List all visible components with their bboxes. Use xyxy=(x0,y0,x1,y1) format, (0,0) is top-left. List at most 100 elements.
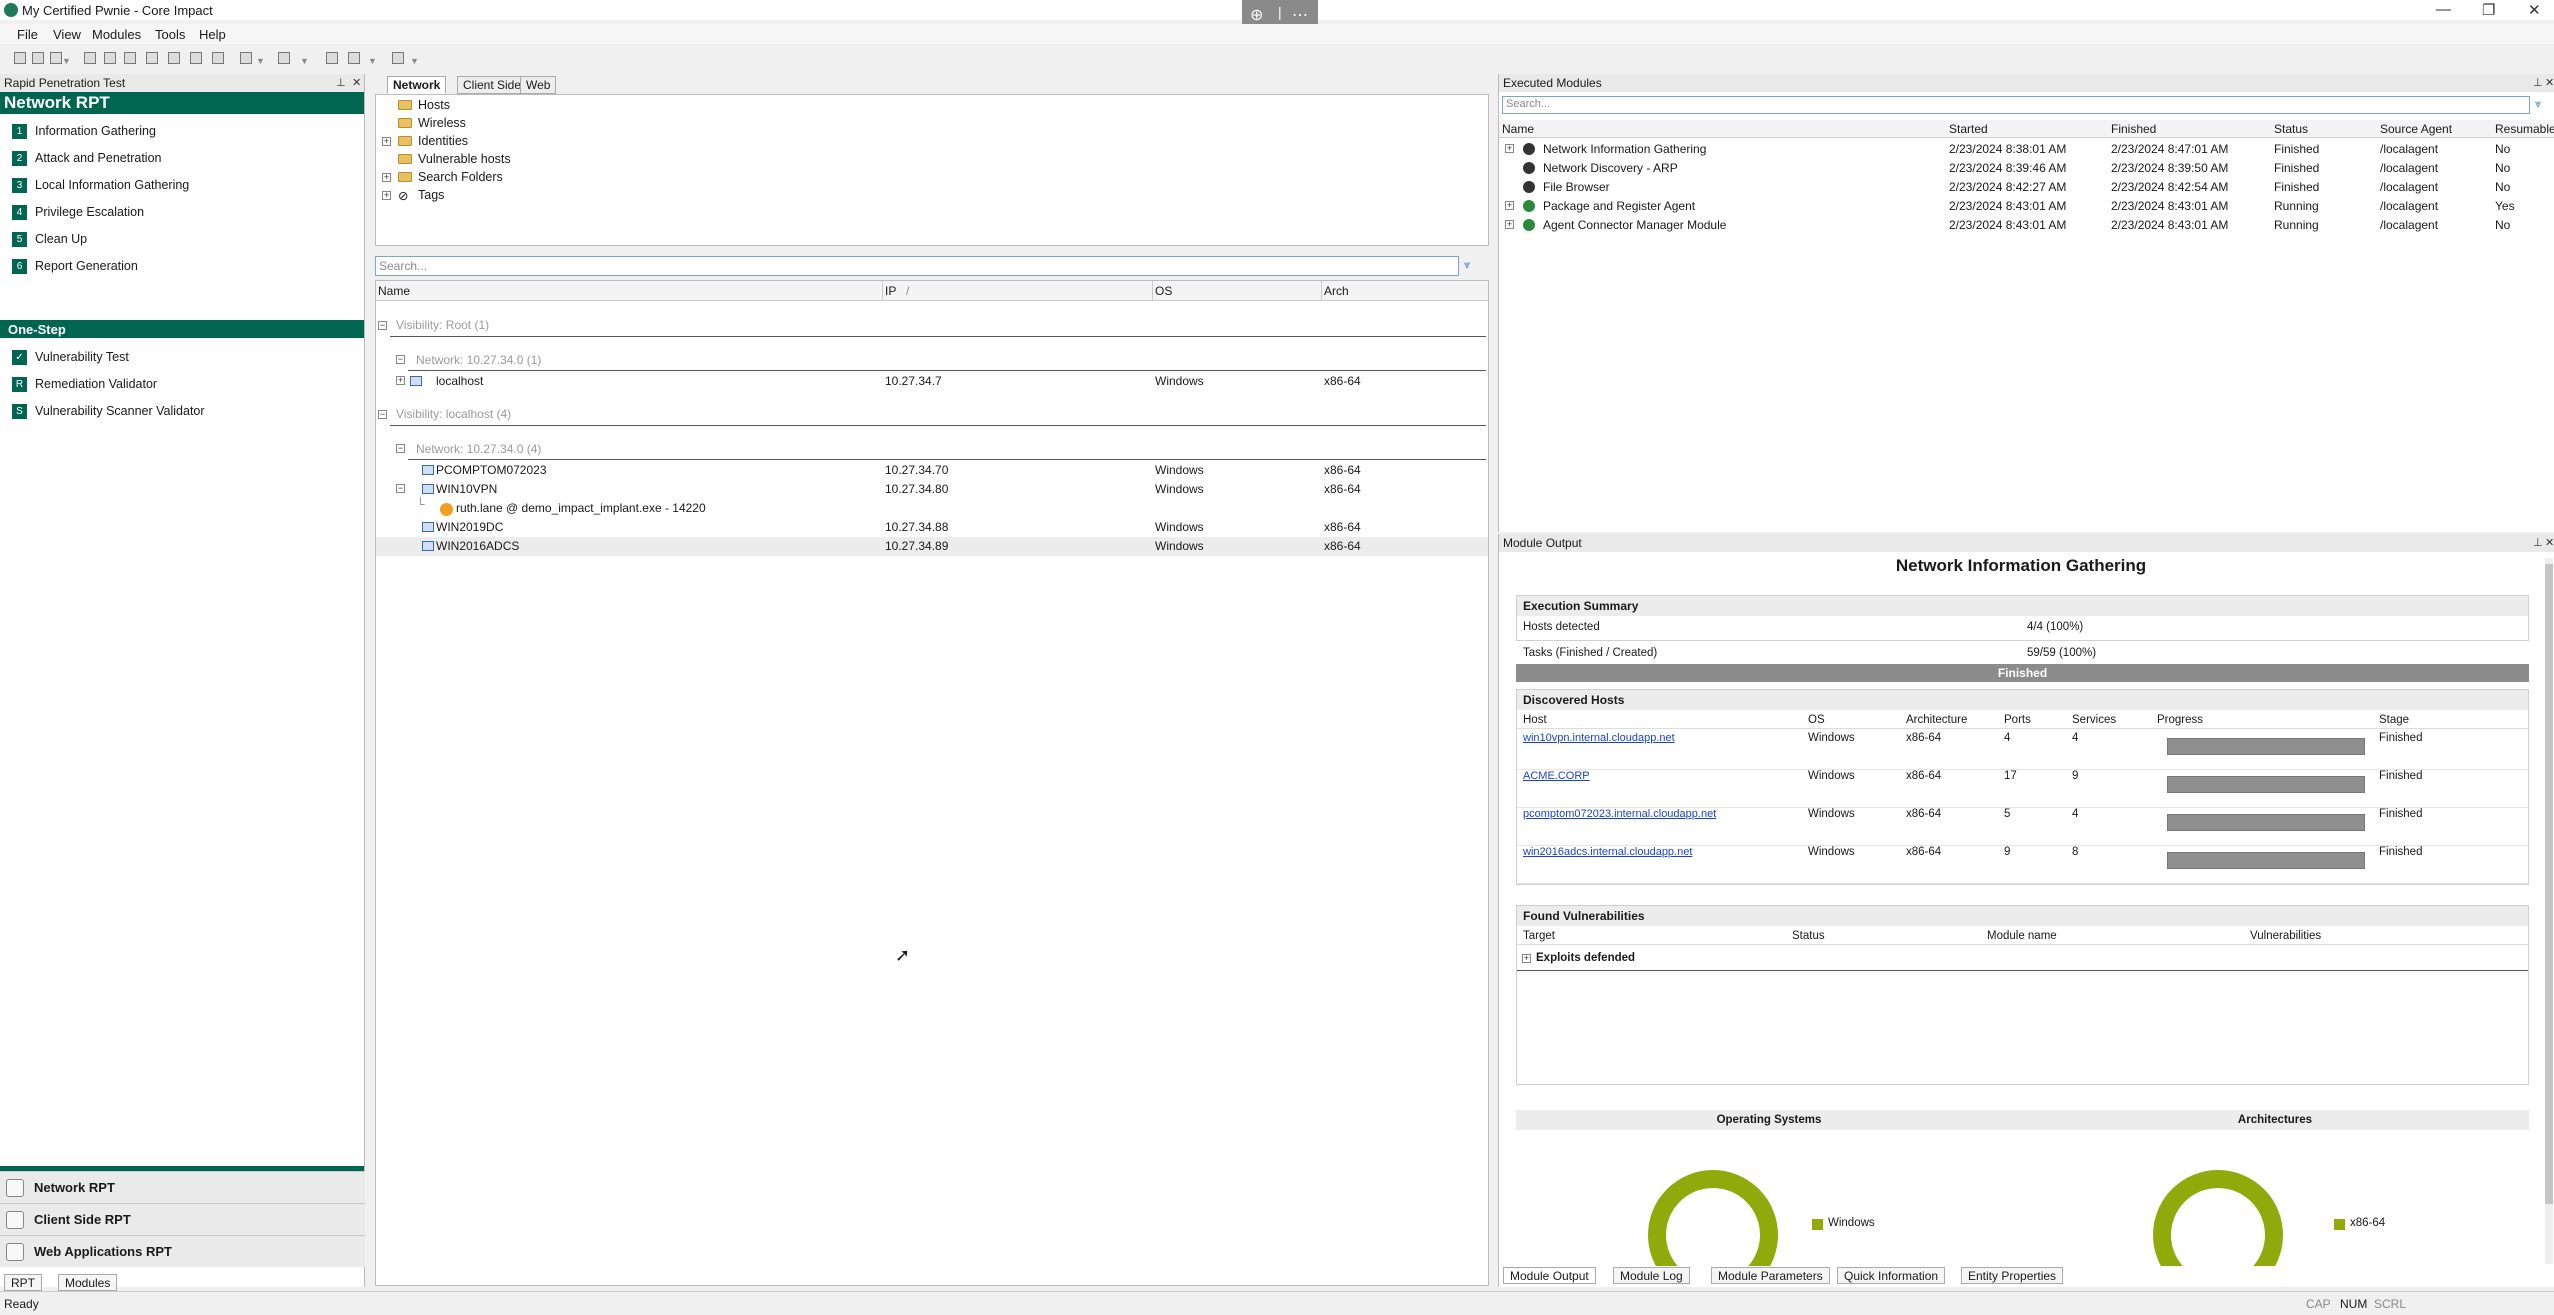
tab-client-side[interactable]: Client Side xyxy=(457,76,528,94)
more-icon[interactable]: ⋯ xyxy=(1292,5,1308,25)
tree-icon[interactable] xyxy=(348,52,360,64)
row-name[interactable]: WIN10VPN xyxy=(436,482,497,496)
agent-icon[interactable] xyxy=(124,52,136,64)
dropdown-icon[interactable]: ▼ xyxy=(256,56,265,66)
col-os[interactable]: OS xyxy=(1155,284,1172,298)
tab-module-log[interactable]: Module Log xyxy=(1613,1267,1690,1284)
pin-icon[interactable]: ⊥ xyxy=(2533,76,2543,89)
module-row[interactable]: + Network Information Gathering 2/23/2024 … xyxy=(1499,140,2554,159)
group-exploits-defended[interactable]: Exploits defended xyxy=(1536,952,1635,964)
close-icon[interactable]: ✕ xyxy=(2528,1,2541,19)
close-icon[interactable]: ✕ xyxy=(2545,76,2554,89)
expand-icon[interactable]: + xyxy=(382,173,391,182)
tree-wireless[interactable]: Wireless xyxy=(418,116,466,130)
paste-icon[interactable] xyxy=(50,52,62,64)
row-name[interactable]: localhost xyxy=(436,374,483,388)
col-started[interactable]: Started xyxy=(1949,122,1988,136)
agent-row-name[interactable]: ruth.lane @ demo_impact_implant.exe - 14… xyxy=(456,501,706,515)
scrollbar-thumb[interactable] xyxy=(2545,564,2553,1204)
expand-icon[interactable]: + xyxy=(1505,201,1514,210)
menu-file[interactable]: File xyxy=(17,27,38,42)
expand-icon[interactable]: + xyxy=(1505,220,1514,229)
host-link[interactable]: pcomptom072023.internal.cloudapp.net xyxy=(1523,808,1716,820)
collapse-icon[interactable]: − xyxy=(396,355,405,364)
module-row[interactable]: File Browser 2/23/2024 8:42:27 AM 2/23/202… xyxy=(1499,178,2554,197)
route-icon[interactable] xyxy=(104,52,116,64)
collapse-icon[interactable]: − xyxy=(396,444,405,453)
col-name[interactable]: Name xyxy=(1502,122,1534,136)
maximize-icon[interactable]: ❐ xyxy=(2482,1,2495,19)
exploit-icon[interactable] xyxy=(212,52,224,64)
dropdown-icon[interactable]: ▼ xyxy=(62,56,71,66)
expand-icon[interactable]: + xyxy=(1522,954,1531,963)
collapse-icon[interactable]: − xyxy=(378,321,387,330)
dropdown-icon[interactable]: ▼ xyxy=(368,56,377,66)
nav-network-rpt[interactable]: Network RPT xyxy=(0,1171,365,1203)
nav-web-applications-rpt[interactable]: Web Applications RPT xyxy=(0,1235,365,1267)
pin-icon[interactable]: ⊥ xyxy=(336,76,346,89)
zoom-icon[interactable]: ⊕ xyxy=(1250,5,1263,25)
tree-tags[interactable]: Tags xyxy=(418,188,444,202)
host-link[interactable]: win2016adcs.internal.cloudapp.net xyxy=(1523,846,1692,858)
tab-module-output[interactable]: Module Output xyxy=(1503,1267,1596,1284)
collapse-icon[interactable]: − xyxy=(378,410,387,419)
host-link[interactable]: ACME.CORP xyxy=(1523,770,1590,782)
dropdown-icon[interactable]: ▼ xyxy=(410,56,419,66)
minimize-icon[interactable]: — xyxy=(2436,1,2451,18)
module-row[interactable]: Network Discovery - ARP 2/23/2024 8:39:46… xyxy=(1499,159,2554,178)
filter-icon[interactable]: ⩔ xyxy=(2535,98,2541,111)
connect-icon[interactable] xyxy=(84,52,96,64)
expand-icon[interactable]: + xyxy=(1505,144,1514,153)
col-arch[interactable]: Arch xyxy=(1324,284,1349,298)
tab-modules[interactable]: Modules xyxy=(58,1274,118,1291)
col-finished[interactable]: Finished xyxy=(2111,122,2156,136)
row-name[interactable]: PCOMPTOM072023 xyxy=(436,463,547,477)
calendar-icon[interactable] xyxy=(392,52,404,64)
tree-search-folders[interactable]: Search Folders xyxy=(418,170,503,184)
menu-view[interactable]: View xyxy=(53,27,81,42)
menu-help[interactable]: Help xyxy=(199,27,226,42)
module-row[interactable]: + Package and Register Agent 2/23/2024 8:4… xyxy=(1499,197,2554,216)
network-icon[interactable] xyxy=(146,52,158,64)
export-icon[interactable] xyxy=(278,52,290,64)
move-icon[interactable] xyxy=(326,52,338,64)
collapse-icon[interactable]: − xyxy=(396,484,405,493)
module-row[interactable]: + Agent Connector Manager Module 2/23/2024… xyxy=(1499,216,2554,235)
close-icon[interactable]: ✕ xyxy=(2545,536,2554,549)
dropdown-icon[interactable]: ▼ xyxy=(300,56,309,66)
menu-tools[interactable]: Tools xyxy=(155,27,185,42)
expand-icon[interactable]: + xyxy=(382,191,391,200)
tab-web[interactable]: Web xyxy=(520,76,557,94)
menu-modules[interactable]: Modules xyxy=(92,27,141,42)
expand-icon[interactable]: + xyxy=(382,137,391,146)
entity-search-input[interactable]: Search... xyxy=(375,256,1459,276)
copy-icon[interactable] xyxy=(32,52,44,64)
report-icon[interactable] xyxy=(240,52,252,64)
col-source-agent[interactable]: Source Agent xyxy=(2380,122,2452,136)
col-resumable[interactable]: Resumable xyxy=(2495,122,2554,136)
modules-search-input[interactable]: Search... xyxy=(1502,96,2530,114)
row-name[interactable]: WIN2019DC xyxy=(436,520,503,534)
tab-entity-properties[interactable]: Entity Properties xyxy=(1961,1267,2064,1284)
section-title: Network RPT xyxy=(0,92,364,114)
tab-module-parameters[interactable]: Module Parameters xyxy=(1711,1267,1830,1284)
tab-network[interactable]: Network xyxy=(387,76,447,94)
row-name[interactable]: WIN2016ADCS xyxy=(436,539,519,553)
pin-icon[interactable]: ⊥ xyxy=(2533,536,2543,549)
tree-vulnerable-hosts[interactable]: Vulnerable hosts xyxy=(418,152,511,166)
close-icon[interactable]: ✕ xyxy=(352,76,361,89)
tab-quick-information[interactable]: Quick Information xyxy=(1837,1267,1946,1284)
nav-client-side-rpt[interactable]: Client Side RPT xyxy=(0,1203,365,1235)
scan-icon[interactable] xyxy=(190,52,202,64)
col-ip[interactable]: IP xyxy=(885,284,896,298)
filter-icon[interactable]: ⩔ xyxy=(1464,259,1470,272)
tree-hosts[interactable]: Hosts xyxy=(418,98,450,112)
tab-rpt[interactable]: RPT xyxy=(4,1274,42,1291)
host-link[interactable]: win10vpn.internal.cloudapp.net xyxy=(1523,732,1675,744)
col-status[interactable]: Status xyxy=(2274,122,2308,136)
col-name[interactable]: Name xyxy=(378,284,410,298)
tree-identities[interactable]: Identities xyxy=(418,134,468,148)
module-icon[interactable] xyxy=(168,52,180,64)
cut-icon[interactable] xyxy=(14,52,26,64)
expand-icon[interactable]: + xyxy=(396,376,405,385)
